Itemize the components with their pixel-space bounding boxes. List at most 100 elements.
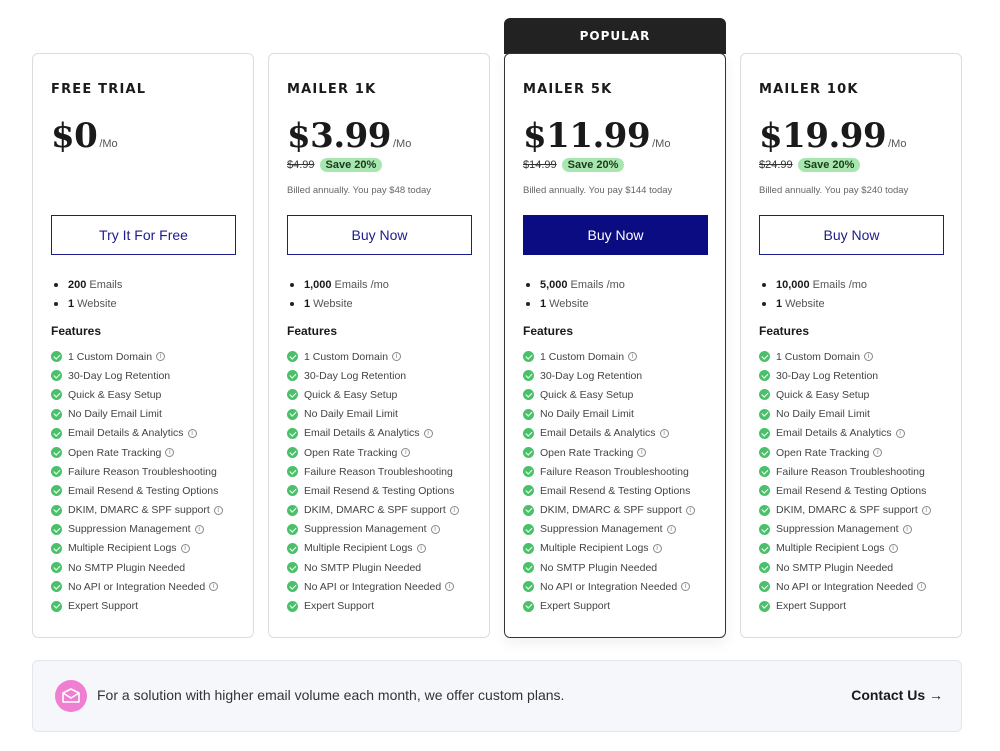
feature-label: Suppression Management xyxy=(304,523,427,536)
info-icon[interactable]: i xyxy=(165,448,175,458)
info-icon[interactable]: i xyxy=(895,428,905,438)
feature-label: Failure Reason Troubleshooting xyxy=(304,465,453,478)
feature-label: Suppression Management xyxy=(68,523,191,536)
feature-item: Email Details & Analytics i xyxy=(287,424,459,443)
feature-item: Multiple Recipient Logs i xyxy=(523,539,695,558)
feature-label: DKIM, DMARC & SPF support xyxy=(776,504,918,517)
feature-item: DKIM, DMARC & SPF support i xyxy=(759,501,931,520)
feature-label: No API or Integration Needed xyxy=(776,580,914,593)
feature-item: 30-Day Log Retention xyxy=(287,366,459,385)
feature-item: No Daily Email Limit xyxy=(759,405,931,424)
info-icon[interactable]: i xyxy=(156,352,166,362)
feature-item: Quick & Easy Setup xyxy=(51,385,223,404)
info-icon[interactable]: i xyxy=(187,428,197,438)
check-icon xyxy=(523,523,534,535)
feature-label: Multiple Recipient Logs xyxy=(304,542,413,555)
billing-note: Billed annually. You pay $240 today xyxy=(759,185,909,196)
check-icon xyxy=(287,389,298,401)
feature-item: No API or Integration Needed i xyxy=(523,577,695,596)
info-icon[interactable]: i xyxy=(873,448,883,458)
feature-item: Open Rate Tracking i xyxy=(523,443,695,462)
info-icon[interactable]: i xyxy=(917,582,927,592)
feature-item: Open Rate Tracking i xyxy=(51,443,223,462)
feature-item: Expert Support xyxy=(287,596,459,615)
feature-label: Quick & Easy Setup xyxy=(776,388,870,401)
feature-item: 30-Day Log Retention xyxy=(523,366,695,385)
feature-item: Email Resend & Testing Options xyxy=(51,481,223,500)
bullet-icon xyxy=(762,301,766,306)
price-period: /Mo xyxy=(392,138,412,150)
check-icon xyxy=(51,408,62,420)
check-icon xyxy=(523,447,534,459)
info-icon[interactable]: i xyxy=(666,524,676,534)
info-icon[interactable]: i xyxy=(392,352,402,362)
check-icon xyxy=(51,447,62,459)
info-icon[interactable]: i xyxy=(864,352,874,362)
info-icon[interactable]: i xyxy=(681,582,691,592)
info-icon[interactable]: i xyxy=(213,505,223,515)
feature-item: Quick & Easy Setup xyxy=(287,385,459,404)
features-list: 1 Custom Domain i 30-Day Log Retention Q… xyxy=(523,347,695,616)
info-icon[interactable]: i xyxy=(430,524,440,534)
feature-label: Email Details & Analytics xyxy=(776,427,892,440)
feature-label: No SMTP Plugin Needed xyxy=(540,561,658,574)
info-icon[interactable]: i xyxy=(209,582,219,592)
info-icon[interactable]: i xyxy=(659,428,669,438)
feature-item: Email Details & Analytics i xyxy=(523,424,695,443)
check-icon xyxy=(523,542,534,554)
info-icon[interactable]: i xyxy=(921,505,931,515)
quota-item: 1 Website xyxy=(759,294,867,313)
info-icon[interactable]: i xyxy=(449,505,459,515)
feature-label: Quick & Easy Setup xyxy=(304,388,398,401)
feature-item: Email Resend & Testing Options xyxy=(759,481,931,500)
feature-label: Email Details & Analytics xyxy=(68,427,184,440)
info-icon[interactable]: i xyxy=(652,543,662,553)
feature-item: No SMTP Plugin Needed xyxy=(523,558,695,577)
save-badge: Save 20% xyxy=(797,158,861,172)
feature-label: Quick & Easy Setup xyxy=(68,388,162,401)
check-icon xyxy=(759,562,770,574)
info-icon[interactable]: i xyxy=(888,543,898,553)
buy-now-button[interactable]: Buy Now xyxy=(759,215,944,255)
bullet-icon xyxy=(526,282,530,287)
quota-count: 5,000 xyxy=(540,278,568,291)
info-icon[interactable]: i xyxy=(180,543,190,553)
contact-us-link[interactable]: Contact Us → xyxy=(851,687,943,703)
check-icon xyxy=(759,466,770,478)
billing-note: Billed annually. You pay $144 today xyxy=(523,185,673,196)
feature-label: No SMTP Plugin Needed xyxy=(68,561,186,574)
info-icon[interactable]: i xyxy=(423,428,433,438)
quota-count: 10,000 xyxy=(776,278,810,291)
info-icon[interactable]: i xyxy=(401,448,411,458)
check-icon xyxy=(523,466,534,478)
quota-label: Website xyxy=(313,297,353,310)
buy-now-button[interactable]: Buy Now xyxy=(523,215,708,255)
quota-list: 5,000 Emails /mo 1 Website xyxy=(523,275,625,313)
feature-label: Expert Support xyxy=(68,600,139,613)
info-icon[interactable]: i xyxy=(445,582,455,592)
check-icon xyxy=(759,504,770,516)
check-icon xyxy=(759,523,770,535)
plan-name: MAILER 5K xyxy=(523,82,613,97)
check-icon xyxy=(759,408,770,420)
check-icon xyxy=(287,581,298,593)
info-icon[interactable]: i xyxy=(902,524,912,534)
try-free-button[interactable]: Try It For Free xyxy=(51,215,236,255)
feature-label: 30-Day Log Retention xyxy=(776,369,879,382)
info-icon[interactable]: i xyxy=(637,448,647,458)
discount-row: $4.99 Save 20% xyxy=(287,158,383,172)
buy-now-button[interactable]: Buy Now xyxy=(287,215,472,255)
original-price: $24.99 xyxy=(759,159,793,171)
info-icon[interactable]: i xyxy=(628,352,638,362)
price-row: $19.99 /Mo xyxy=(759,116,906,156)
feature-label: Quick & Easy Setup xyxy=(540,388,634,401)
check-icon xyxy=(51,523,62,535)
feature-item: Quick & Easy Setup xyxy=(523,385,695,404)
info-icon[interactable]: i xyxy=(416,543,426,553)
feature-label: No Daily Email Limit xyxy=(68,408,162,421)
info-icon[interactable]: i xyxy=(194,524,204,534)
check-icon xyxy=(287,523,298,535)
feature-label: Suppression Management xyxy=(540,523,663,536)
feature-label: Open Rate Tracking xyxy=(304,446,398,459)
info-icon[interactable]: i xyxy=(685,505,695,515)
